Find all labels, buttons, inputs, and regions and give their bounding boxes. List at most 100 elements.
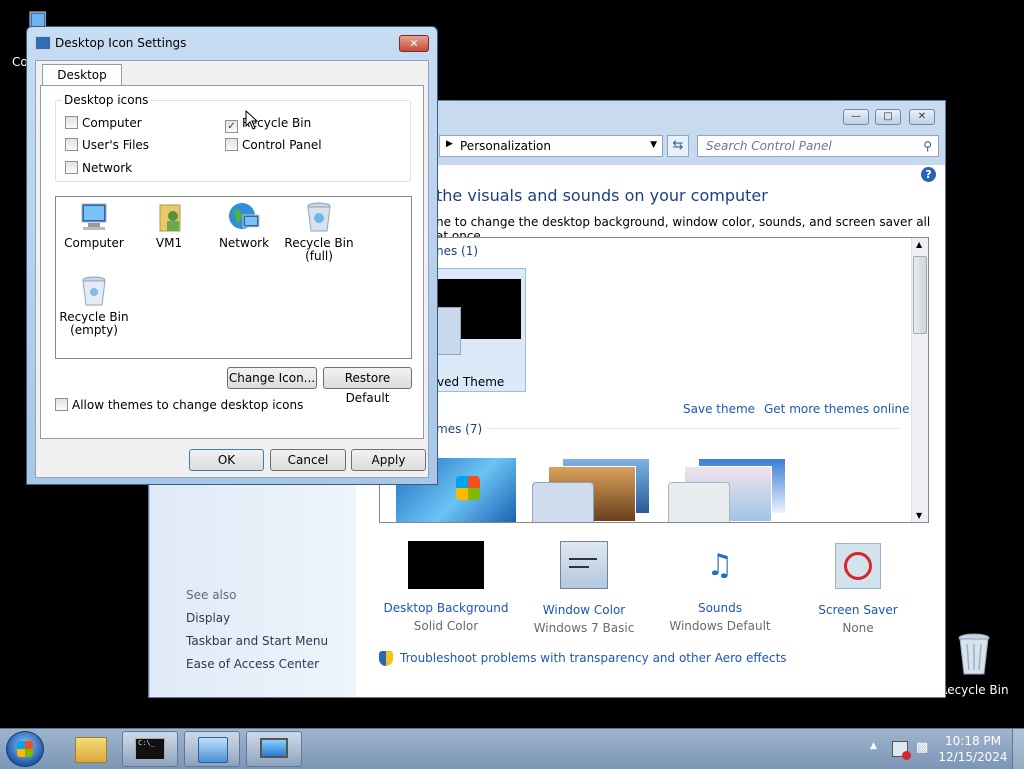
show-desktop-button[interactable] <box>1012 729 1024 769</box>
network-checkbox[interactable]: Network <box>65 161 132 175</box>
checkbox-box[interactable] <box>225 138 238 151</box>
computer-checkbox-label: Computer <box>82 116 142 130</box>
icon-recycle-bin-full[interactable]: Recycle Bin (full) <box>281 201 357 263</box>
desktop-background-item[interactable]: Desktop Background Solid Color <box>376 541 516 633</box>
window-color-value: Windows 7 Basic <box>533 621 635 635</box>
icon-network-label: Network <box>218 236 270 250</box>
see-also-display[interactable]: Display <box>186 611 230 625</box>
scroll-thumb[interactable] <box>913 256 927 334</box>
desktop-background-preview <box>408 541 484 589</box>
refresh-button[interactable]: ⇆ <box>667 135 689 157</box>
screen-saver-link[interactable]: Screen Saver <box>788 603 928 617</box>
sounds-item[interactable]: ♫ Sounds Windows Default <box>650 541 790 633</box>
control-panel-icon <box>198 737 228 763</box>
search-icon[interactable]: ⚲ <box>923 136 932 156</box>
saved-theme-item[interactable]: ved Theme <box>430 268 526 392</box>
my-themes-header: nes (1) <box>436 244 479 258</box>
allow-themes-checkbox[interactable]: Allow themes to change desktop icons <box>55 398 303 412</box>
saved-theme-label: ved Theme <box>437 375 505 389</box>
close-button[interactable]: ✕ <box>909 109 935 125</box>
minimize-button[interactable]: — <box>843 109 869 125</box>
user-folder-icon <box>159 204 181 232</box>
dialog-app-icon <box>35 36 51 50</box>
troubleshoot-link[interactable]: Troubleshoot problems with transparency … <box>400 651 787 665</box>
dialog-close-button[interactable]: ✕ <box>399 35 429 52</box>
tab-desktop-icons[interactable]: Desktop Icons <box>42 64 122 102</box>
recycle-bin-empty-icon <box>82 276 106 306</box>
save-theme-link[interactable]: Save theme <box>683 402 755 416</box>
theme-list[interactable]: nes (1) ved Theme Save theme Get more th… <box>379 237 929 523</box>
page-heading: the visuals and sounds on your computer <box>436 186 768 205</box>
checkbox-box[interactable] <box>65 138 78 151</box>
clock-time: 10:18 PM <box>945 734 1001 748</box>
search-input[interactable]: Search Control Panel ⚲ <box>697 135 939 157</box>
sounds-icon: ♫ <box>706 548 734 583</box>
theme-scrollbar[interactable]: ▲ ▼ <box>911 238 928 522</box>
main-panel: ? the visuals and sounds on your compute… <box>356 165 945 697</box>
checkbox-box-checked[interactable]: ✓ <box>225 120 238 133</box>
icon-computer[interactable]: Computer <box>56 201 132 250</box>
breadcrumb-arrow-icon: ▶ <box>446 139 453 149</box>
checkbox-box[interactable] <box>55 398 68 411</box>
show-hidden-icons-icon[interactable]: ▲ <box>870 741 877 751</box>
dialog-title: Desktop Icon Settings <box>55 36 187 50</box>
mouse-cursor-icon <box>245 110 259 130</box>
checkbox-box[interactable] <box>65 116 78 129</box>
desktop-icon-settings-dialog: Desktop Icon Settings ✕ Desktop Icons De… <box>26 26 438 485</box>
display-icon <box>260 738 288 758</box>
desktop-recycle-bin-label: Recycle Bin <box>939 683 1009 697</box>
cancel-button[interactable]: Cancel <box>270 449 346 471</box>
start-button[interactable] <box>6 731 44 767</box>
saved-theme-window-preview <box>437 307 461 355</box>
help-icon[interactable]: ? <box>921 167 936 182</box>
windows-logo-icon <box>17 741 33 757</box>
recycle-bin-full-icon <box>307 202 331 232</box>
control-panel-checkbox[interactable]: Control Panel <box>225 138 322 152</box>
change-icon-button[interactable]: Change Icon... <box>227 367 317 389</box>
recycle-bin-checkbox[interactable]: ✓ Recycle Bin <box>225 116 311 133</box>
scroll-up-icon[interactable]: ▲ <box>916 240 922 249</box>
window-color-link[interactable]: Window Color <box>514 603 654 617</box>
icon-list[interactable]: Computer VM1 Network Recycle Bin (full) <box>55 196 412 359</box>
recycle-bin-icon <box>958 633 990 675</box>
sounds-link[interactable]: Sounds <box>650 601 790 615</box>
icon-network[interactable]: Network <box>206 201 282 250</box>
users-files-checkbox[interactable]: User's Files <box>65 138 149 152</box>
theme-characters[interactable] <box>666 452 786 522</box>
windows-logo-icon <box>456 476 480 500</box>
icon-recycle-bin-empty[interactable]: Recycle Bin (empty) <box>56 275 132 337</box>
see-also-taskbar[interactable]: Taskbar and Start Menu <box>186 634 328 648</box>
address-dropdown-icon[interactable]: ▼ <box>650 140 657 150</box>
taskbar-personalization-button[interactable] <box>246 731 302 767</box>
window-color-item[interactable]: Window Color Windows 7 Basic <box>514 541 654 635</box>
icon-vm1[interactable]: VM1 <box>131 201 207 250</box>
see-also-title: See also <box>186 588 237 602</box>
ok-button[interactable]: OK <box>189 449 264 471</box>
checkbox-box[interactable] <box>65 161 78 174</box>
restore-default-button[interactable]: Restore Default <box>323 367 412 405</box>
network-checkbox-label: Network <box>82 161 133 175</box>
icon-recycle-empty-label-2: (empty) <box>70 323 118 337</box>
clock[interactable]: 10:18 PM 12/15/2024 <box>936 733 1010 765</box>
screen-saver-icon <box>835 543 881 589</box>
desktop-background-link[interactable]: Desktop Background <box>376 601 516 615</box>
screen-saver-value: None <box>842 621 874 635</box>
apply-button[interactable]: Apply <box>351 449 426 471</box>
screen-saver-item[interactable]: Screen Saver None <box>788 541 928 635</box>
taskbar-control-panel-button[interactable] <box>184 731 240 767</box>
taskbar-cmd-button[interactable]: C:\_ <box>122 731 178 767</box>
scroll-down-icon[interactable]: ▼ <box>916 511 922 520</box>
maximize-button[interactable]: □ <box>875 109 901 125</box>
group-title: Desktop icons <box>62 93 151 107</box>
theme-architecture[interactable] <box>530 452 650 522</box>
network-tray-icon[interactable] <box>892 741 911 760</box>
volume-tray-icon[interactable]: ▩ <box>916 740 930 756</box>
address-bar[interactable]: ▶ Personalization ▼ <box>439 135 663 157</box>
clock-date: 12/15/2024 <box>938 750 1008 764</box>
breadcrumb[interactable]: Personalization <box>460 139 551 153</box>
get-more-themes-link[interactable]: Get more themes online <box>764 402 910 416</box>
taskbar-explorer-button[interactable] <box>62 731 118 767</box>
desktop-recycle-bin[interactable]: Recycle Bin <box>938 630 1010 697</box>
computer-checkbox[interactable]: Computer <box>65 116 142 130</box>
see-also-ease-of-access[interactable]: Ease of Access Center <box>186 657 319 671</box>
